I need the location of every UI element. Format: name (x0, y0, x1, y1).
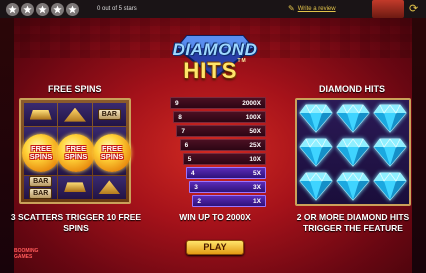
logo-hits-text: HITS (183, 58, 238, 83)
diamond-cell (299, 136, 334, 168)
diamond-icon (299, 172, 333, 201)
multiplier-step: 8 (178, 113, 182, 121)
reel-cell (58, 175, 92, 199)
star-icon[interactable] (51, 2, 64, 16)
star-icon[interactable] (66, 2, 79, 16)
reel-cell: BAR (92, 103, 126, 127)
free-spins-title: FREE SPINS (48, 84, 102, 94)
multiplier-value: 3X (253, 183, 261, 191)
diamond-icon (299, 138, 333, 167)
free-spins-scatter: FREE SPINS (57, 134, 95, 172)
scatter-label-line2: SPINS (100, 152, 124, 161)
diamond-cell (336, 170, 371, 202)
multiplier-step: 7 (181, 127, 186, 135)
diamond-icon (373, 138, 407, 167)
star-icon[interactable] (21, 2, 34, 16)
multiplier-step: 3 (194, 183, 198, 191)
star-icon[interactable] (36, 2, 49, 16)
multiplier-step: 5 (187, 155, 192, 163)
scatter-label-line2: SPINS (64, 152, 88, 161)
win-up-to-caption: WIN UP TO 2000X (179, 212, 251, 222)
left-border (0, 18, 14, 273)
diamond-hits-grid (295, 98, 411, 206)
diamond-cell (372, 170, 407, 202)
logo-word-diamond: DIAMOND (172, 40, 258, 59)
reel-cell (24, 103, 58, 127)
multiplier-ladder: 9 2000X 8 100X 7 50X 6 25X 5 10X 4 5X 3 3X 2 1X (170, 97, 268, 209)
star-icon[interactable] (6, 2, 19, 16)
multiplier-value: 10X (249, 155, 261, 163)
game-thumbnail (372, 0, 404, 18)
write-review-link[interactable]: ✎ Write a review (288, 4, 336, 13)
diamond-hits-title: DIAMOND HITS (319, 84, 385, 94)
multiplier-value: 50X (249, 127, 261, 135)
multiplier-step: 4 (191, 169, 195, 177)
gold-bars-icon (29, 109, 52, 120)
play-button[interactable]: PLAY (186, 240, 244, 255)
multiplier-step: 6 (184, 141, 189, 149)
rating-text: 0 out of 5 stars (97, 6, 137, 12)
brand-line2: GAMES (14, 254, 33, 260)
diamond-icon (373, 172, 407, 201)
right-border (412, 18, 426, 273)
diamond-hits-caption: 2 OR MORE DIAMOND HITS TRIGGER THE FEATU… (296, 212, 410, 233)
multiplier-row-5: 5 10X (182, 153, 266, 165)
gold-bars-icon (63, 182, 86, 193)
refresh-icon[interactable]: ⟳ (409, 3, 421, 15)
free-spins-scatter: FREE SPINS (93, 134, 131, 172)
reel-cell (92, 175, 126, 199)
double-bar-symbol: BAR BAR (29, 175, 53, 199)
reel-cell (58, 103, 92, 127)
bar-symbol: BAR (97, 109, 121, 121)
game-logo: DIAMOND HITSTM (155, 32, 275, 92)
booming-games-logo: BOOMING GAMES (14, 248, 38, 260)
write-review-label[interactable]: Write a review (298, 6, 336, 12)
diamond-cell (336, 102, 371, 134)
star-rating[interactable] (6, 2, 79, 16)
multiplier-value: 2000X (242, 99, 261, 107)
multiplier-row-2: 2 1X (192, 195, 266, 207)
multiplier-value: 5X (253, 169, 261, 177)
multiplier-row-3: 3 3X (189, 181, 266, 193)
scatter-label-line2: SPINS (29, 152, 53, 161)
diamond-icon (373, 104, 407, 133)
multiplier-row-9: 9 2000X (170, 97, 266, 109)
pencil-icon: ✎ (288, 4, 295, 13)
diamond-cell (372, 102, 407, 134)
diamond-icon (336, 104, 370, 133)
diamond-cell (336, 136, 371, 168)
diamond-cell (299, 102, 334, 134)
multiplier-value: 25X (249, 141, 261, 149)
reel-cell: BAR BAR (24, 175, 58, 199)
multiplier-value: 1X (253, 197, 261, 205)
diamond-cell (372, 136, 407, 168)
gold-pyramid-icon (63, 107, 86, 122)
diamond-icon (299, 104, 333, 133)
diamond-icon (336, 172, 370, 201)
diamond-cell (299, 170, 334, 202)
free-spins-caption: 3 SCATTERS TRIGGER 10 FREE SPINS (10, 212, 142, 233)
diamond-icon (336, 138, 370, 167)
multiplier-row-6: 6 25X (179, 139, 266, 151)
logo-word-hits: HITSTM (155, 58, 275, 84)
multiplier-row-4: 4 5X (186, 167, 266, 179)
gold-pyramid-icon (98, 180, 121, 195)
multiplier-step: 2 (197, 197, 202, 205)
multiplier-row-7: 7 50X (176, 125, 266, 137)
trademark: TM (237, 58, 247, 64)
free-spins-scatter: FREE SPINS (22, 134, 60, 172)
multiplier-step: 9 (175, 99, 179, 107)
review-bar: 0 out of 5 stars ✎ Write a review ⟳ (0, 0, 426, 18)
multiplier-row-8: 8 100X (173, 111, 266, 123)
multiplier-value: 100X (245, 113, 261, 121)
